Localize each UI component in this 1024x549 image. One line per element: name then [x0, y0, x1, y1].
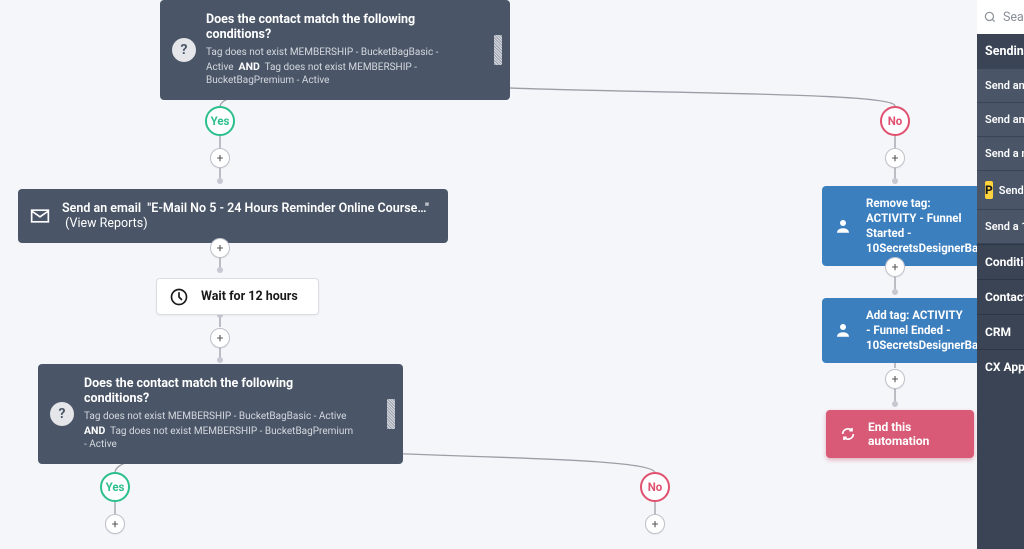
- condition-body: Tag does not exist MEMBERSHIP - BucketBa…: [206, 46, 464, 88]
- add-step-button[interactable]: +: [210, 328, 230, 348]
- flow-connectors: [0, 0, 1024, 549]
- sidebar-item-postmark[interactable]: PSend transactional email: [977, 171, 1024, 210]
- search-icon: [983, 10, 997, 24]
- add-step-button[interactable]: +: [885, 369, 905, 389]
- add-step-button[interactable]: +: [105, 514, 125, 534]
- sending-options-header: Sending Options: [977, 34, 1024, 69]
- search-input[interactable]: Search: [977, 0, 1024, 34]
- clock-icon: [169, 287, 189, 307]
- add-step-button[interactable]: +: [210, 238, 230, 258]
- user-icon: [834, 321, 852, 339]
- drag-handle-icon[interactable]: [387, 399, 395, 429]
- condition-title: Does the contact match the following con…: [84, 376, 357, 406]
- branch-no-2[interactable]: No: [640, 472, 670, 502]
- sidebar-item-send-email[interactable]: Send an email: [977, 69, 1024, 103]
- sidebar-section-contacts[interactable]: Contacts: [977, 279, 1024, 314]
- drag-handle-icon[interactable]: [494, 35, 502, 65]
- condition-title: Does the contact match the following con…: [206, 12, 464, 42]
- sidebar-item-send-sms[interactable]: Send an SMS: [977, 103, 1024, 137]
- end-automation-node[interactable]: End this automation: [826, 410, 974, 458]
- add-tag-label: Add tag: ACTIVITY - Funnel Ended - 10Sec…: [866, 308, 991, 352]
- send-email-node[interactable]: Send an email "E-Mail No 5 - 24 Hours Re…: [18, 189, 448, 243]
- question-icon: ?: [50, 402, 74, 426]
- branch-no-1[interactable]: No: [880, 106, 910, 136]
- sidebar-section-crm[interactable]: CRM: [977, 314, 1024, 349]
- email-subject: "E-Mail No 5 - 24 Hours Reminder Online …: [147, 201, 429, 216]
- condition-body: Tag does not exist MEMBERSHIP - BucketBa…: [84, 410, 357, 452]
- add-step-button[interactable]: +: [210, 148, 230, 168]
- condition-node-2[interactable]: ? Does the contact match the following c…: [38, 364, 403, 464]
- actions-sidebar[interactable]: Search Sending Options Send an email Sen…: [977, 0, 1024, 549]
- question-icon: ?: [172, 38, 196, 62]
- wait-label: Wait for 12 hours: [201, 289, 298, 304]
- sidebar-section-conditions[interactable]: Conditions and Workflow: [977, 244, 1024, 279]
- search-placeholder: Search: [1003, 10, 1024, 25]
- add-step-button[interactable]: +: [645, 514, 665, 534]
- branch-yes-2[interactable]: Yes: [100, 472, 130, 502]
- remove-tag-label: Remove tag: ACTIVITY - Funnel Started - …: [866, 196, 991, 255]
- end-label: End this automation: [868, 420, 929, 448]
- remove-tag-node[interactable]: Remove tag: ACTIVITY - Funnel Started - …: [822, 186, 980, 266]
- view-reports-link[interactable]: (View Reports): [65, 216, 147, 231]
- cycle-icon: [840, 426, 856, 442]
- wait-node[interactable]: Wait for 12 hours: [156, 278, 319, 315]
- condition-node-1[interactable]: ? Does the contact match the following c…: [160, 0, 510, 100]
- sidebar-section-cx-apps[interactable]: CX Apps: [977, 349, 1024, 384]
- add-tag-node[interactable]: Add tag: ACTIVITY - Funnel Ended - 10Sec…: [822, 298, 980, 363]
- email-action-label: Send an email: [62, 201, 141, 216]
- envelope-icon: [30, 206, 50, 226]
- add-step-button[interactable]: +: [885, 148, 905, 168]
- add-step-button[interactable]: +: [885, 257, 905, 277]
- automation-canvas[interactable]: ? Does the contact match the following c…: [0, 0, 1024, 549]
- branch-yes-1[interactable]: Yes: [205, 106, 235, 136]
- user-icon: [834, 217, 852, 235]
- sidebar-item-send-notification[interactable]: Send a notification: [977, 137, 1024, 171]
- postmark-icon: P: [985, 181, 993, 199]
- sidebar-item-send-1to1[interactable]: Send a 1:1 email: [977, 210, 1024, 244]
